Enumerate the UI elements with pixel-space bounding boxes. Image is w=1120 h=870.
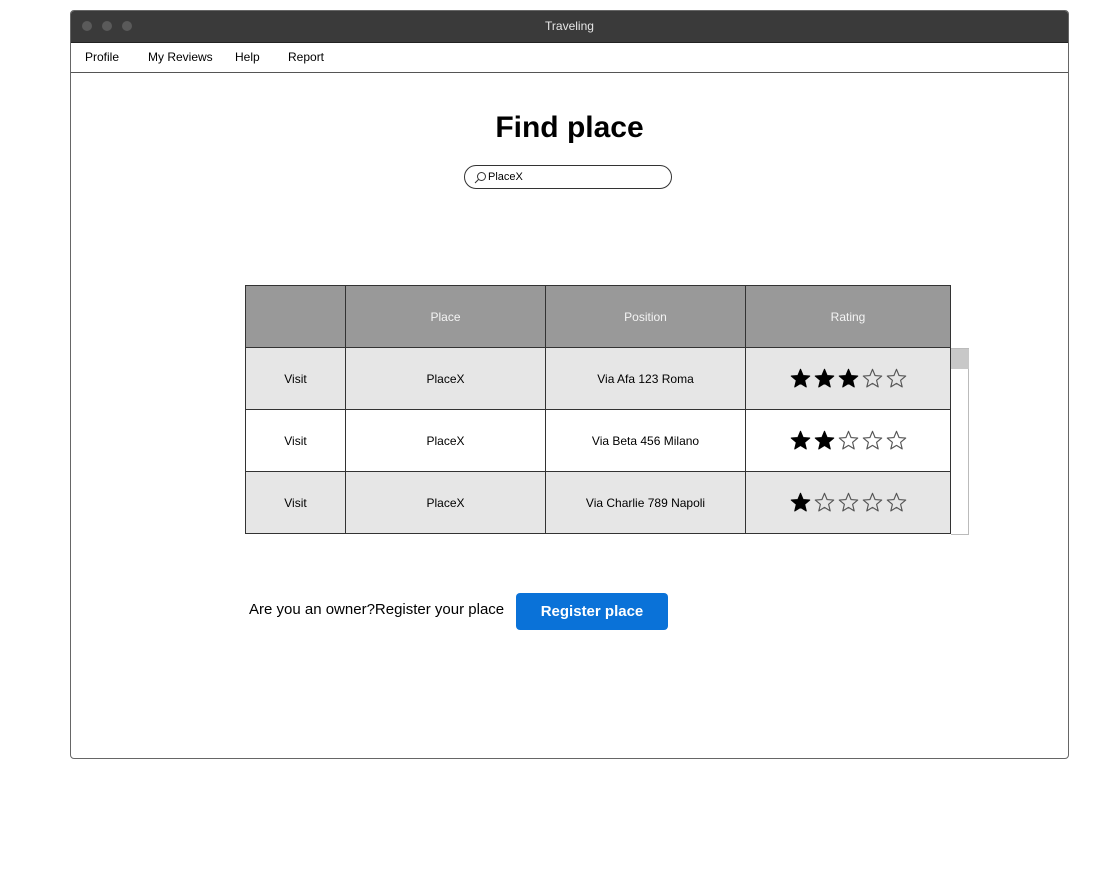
page-title: Find place: [495, 111, 644, 144]
place-cell: PlaceX: [345, 471, 546, 534]
results-table: Place Position Rating Visit PlaceX Via A…: [245, 285, 951, 534]
menu-bar: Profile My Reviews Help Report: [71, 43, 1068, 73]
column-header-rating[interactable]: Rating: [745, 285, 951, 348]
star-empty-icon: [838, 430, 858, 450]
position-cell: Via Charlie 789 Napoli: [545, 471, 746, 534]
visit-link[interactable]: Visit: [245, 471, 346, 534]
menu-item-profile[interactable]: Profile: [85, 43, 119, 72]
star-empty-icon: [886, 368, 906, 388]
menu-item-report[interactable]: Report: [288, 43, 324, 72]
table-row[interactable]: Visit PlaceX Via Afa 123 Roma: [245, 347, 951, 410]
star-rating: [790, 368, 907, 389]
position-cell: Via Beta 456 Milano: [545, 409, 746, 472]
search-box[interactable]: [464, 165, 672, 189]
position-cell: Via Afa 123 Roma: [545, 347, 746, 410]
menu-item-help[interactable]: Help: [235, 43, 260, 72]
place-cell: PlaceX: [345, 409, 546, 472]
star-filled-icon: [790, 368, 810, 388]
column-header-position[interactable]: Position: [545, 285, 746, 348]
rating-cell: [745, 347, 951, 410]
column-header-place[interactable]: Place: [345, 285, 546, 348]
app-window: Traveling Profile My Reviews Help Report…: [70, 10, 1069, 759]
visit-link[interactable]: Visit: [245, 409, 346, 472]
star-filled-icon: [790, 492, 810, 512]
star-empty-icon: [814, 492, 834, 512]
star-rating: [790, 430, 907, 451]
title-bar[interactable]: Traveling: [71, 11, 1068, 43]
star-empty-icon: [838, 492, 858, 512]
rating-cell: [745, 471, 951, 534]
window-title: Traveling: [545, 19, 594, 33]
owner-prompt: Are you an owner?Register your place: [249, 601, 505, 618]
search-icon: [474, 172, 486, 184]
visit-link[interactable]: Visit: [245, 347, 346, 410]
table-scrollbar[interactable]: [951, 348, 969, 535]
star-empty-icon: [886, 492, 906, 512]
star-filled-icon: [814, 430, 834, 450]
star-rating: [790, 492, 907, 513]
star-empty-icon: [886, 430, 906, 450]
column-header-action: [245, 285, 346, 348]
table-header-row: Place Position Rating: [245, 285, 951, 348]
star-filled-icon: [790, 430, 810, 450]
place-cell: PlaceX: [345, 347, 546, 410]
menu-item-my-reviews[interactable]: My Reviews: [148, 43, 213, 72]
star-empty-icon: [862, 430, 882, 450]
register-place-button[interactable]: Register place: [516, 593, 668, 630]
star-filled-icon: [838, 368, 858, 388]
scrollbar-thumb[interactable]: [951, 349, 969, 369]
star-empty-icon: [862, 492, 882, 512]
rating-cell: [745, 409, 951, 472]
table-row[interactable]: Visit PlaceX Via Charlie 789 Napoli: [245, 471, 951, 534]
star-empty-icon: [862, 368, 882, 388]
star-filled-icon: [814, 368, 834, 388]
table-row[interactable]: Visit PlaceX Via Beta 456 Milano: [245, 409, 951, 472]
search-input[interactable]: [488, 168, 658, 186]
